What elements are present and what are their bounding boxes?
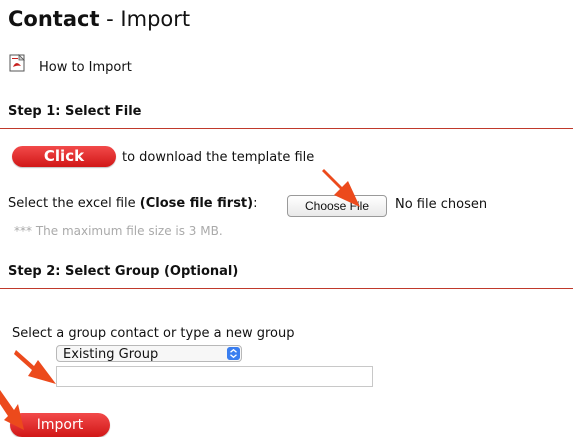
step2-divider [0,288,573,289]
import-button[interactable]: Import [10,413,110,437]
download-template-text: to download the template file [122,150,315,165]
excel-file-label: Select the excel file (Close file first)… [8,196,257,211]
existing-group-select[interactable]: Existing Group [56,345,242,362]
no-file-chosen-text: No file chosen [395,197,488,212]
new-group-input[interactable] [56,366,373,387]
step1-heading: Step 1: Select File [8,104,142,119]
download-template-button[interactable]: Click [12,146,116,167]
select-updown-icon [227,347,240,360]
existing-group-select-value: Existing Group [63,347,159,362]
page-title: Contact - Import [8,6,190,32]
pdf-icon[interactable] [9,54,25,72]
max-file-size-note: *** The maximum file size is 3 MB. [14,224,223,238]
page-title-rest: - Import [99,7,191,31]
excel-label-prefix: Select the excel file [8,196,140,211]
page-title-bold: Contact [8,7,100,31]
group-label: Select a group contact or type a new gro… [12,326,295,341]
excel-label-bold: (Close file first) [139,196,254,211]
choose-file-button[interactable]: Choose File [287,195,387,217]
step1-divider [0,128,573,129]
excel-label-suffix: : [253,196,258,211]
step2-heading: Step 2: Select Group (Optional) [8,264,239,279]
how-to-import-link[interactable]: How to Import [39,60,132,75]
